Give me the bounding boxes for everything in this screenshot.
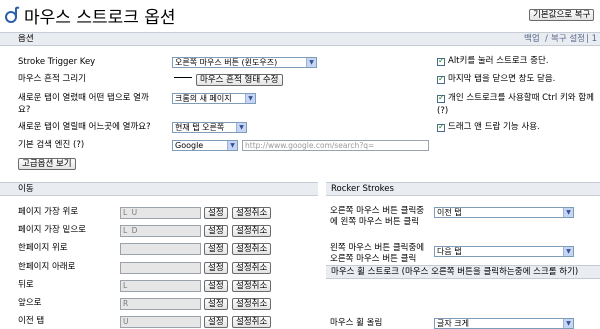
move-set-button[interactable]: 설정 [204,298,228,310]
new-tab-where-select[interactable]: 현재 탭 오른쪽 ▼ [172,122,247,133]
chevron-down-icon: ▼ [563,247,573,256]
move-stroke-input[interactable]: L [120,280,201,292]
chevron-down-icon: ▼ [563,208,573,217]
chevron-down-icon: ▼ [306,58,316,67]
move-row-label: 앞으로 [18,298,42,308]
rocker-section-header: Rocker Strokes [326,182,600,196]
chevron-down-icon: ▼ [227,141,237,150]
checkbox-ctrl-custom-label: 개인 스트로크를 사용할때 Ctrl 키와 함께 [448,93,594,103]
move-row-label: 한페이지 아래로 [18,262,76,272]
checkbox-alt-stop[interactable] [437,56,445,66]
search-engine-label: 기본 검색 엔진 (?) [18,140,85,150]
checkbox-alt-stop-label: Alt키를 눌러 스트로크 중단. [448,56,549,66]
checkbox-close-window[interactable] [437,74,445,84]
move-set-button[interactable]: 설정 [204,243,228,255]
move-cancel-button[interactable]: 설정취소 [232,207,272,219]
move-row-label: 한페이지 위로 [18,243,68,253]
move-row-label: 페이지 가장 밑으로 [18,225,86,235]
restore-settings-link[interactable]: 복구 설정 [551,34,585,45]
chevron-down-icon: ▼ [245,94,255,103]
edit-trail-style-button[interactable]: 마우스 흔적 형태 수정 [196,74,283,86]
wheel-up-label: 마우스 휠 올림 [330,318,383,328]
checkbox-close-window-label: 마지막 탭을 닫으면 창도 닫음. [448,74,556,84]
search-url-input[interactable]: http://www.google.com/search?q= [242,140,429,151]
move-section-header: 이동 [0,182,318,196]
move-stroke-input[interactable]: U [120,316,201,328]
chevron-down-icon: ▼ [236,123,246,132]
advanced-options-button[interactable]: 고급옵션 보기 [18,158,76,170]
rocker-row-label: 오른쪽 마우스 버튼 클릭중에 왼쪽 마우스 버튼 클릭 [330,206,425,227]
reset-defaults-button[interactable]: 기본값으로 복구 [529,9,595,21]
move-set-button[interactable]: 설정 [204,207,228,219]
rocker-row-label: 왼쪽 마우스 버튼 클릭중에 오른쪽 마우스 버튼 클릭 [330,243,425,264]
checkbox-ctrl-custom[interactable] [437,93,445,103]
move-set-button[interactable]: 설정 [204,225,228,237]
options-section-header: 옵션 백업 / 복구 설정 | 1 [0,32,600,46]
ctrl-help-text: (?) [437,106,449,116]
checkbox-drag-drop-label: 드래그 앤 드랍 기능 사용. [448,122,540,132]
backup-link[interactable]: 백업 [524,34,540,45]
checkbox-drag-drop[interactable] [437,122,445,132]
stroke-key-label: Stroke Trigger Key [18,57,96,67]
move-stroke-input[interactable]: L D [120,225,201,237]
move-set-button[interactable]: 설정 [204,316,228,328]
wheel-up-select[interactable]: 글자 크게 ▼ [434,318,574,329]
options-heading: 옵션 [18,34,34,44]
move-cancel-button[interactable]: 설정취소 [232,298,272,310]
move-cancel-button[interactable]: 설정취소 [232,280,272,292]
move-cancel-button[interactable]: 설정취소 [232,243,272,255]
new-tab-where-label: 새로운 탭이 열릴때 어느곳에 열까요? [18,122,151,132]
wheel-section-header: 마우스 휠 스트로크 (마우스 오른쪽 버튼을 클릭하는중에 스크롤 하기) [326,265,600,279]
move-row-label: 이전 탭 [18,316,45,326]
new-tab-open-label: 새로운 탭이 열렸때 어떤 탭으로 열까요? [18,93,149,115]
app-logo-icon [5,6,20,23]
move-cancel-button[interactable]: 설정취소 [232,225,272,237]
move-row-label: 페이지 가장 위로 [18,207,79,217]
new-tab-open-select[interactable]: 크롬의 새 페이지 ▼ [172,93,256,104]
move-set-button[interactable]: 설정 [204,280,228,292]
trail-label: 마우스 흔적 그리기 [18,74,86,84]
options-trail-text: | 1 [586,34,597,44]
move-stroke-input[interactable]: L U [120,207,201,219]
move-set-button[interactable]: 설정 [204,262,228,274]
rocker-right-select[interactable]: 다음 탭 ▼ [434,246,574,257]
chevron-down-icon: ▼ [563,319,573,328]
move-stroke-input[interactable] [120,262,201,274]
move-cancel-button[interactable]: 설정취소 [232,316,272,328]
search-engine-select[interactable]: Google ▼ [172,140,238,151]
stroke-key-select[interactable]: 오른쪽 마우스 버튼 (윈도우즈) ▼ [172,57,317,68]
trail-color-swatch [174,77,192,78]
move-cancel-button[interactable]: 설정취소 [232,262,272,274]
rocker-left-select[interactable]: 이전 탭 ▼ [434,207,574,218]
move-stroke-input[interactable] [120,243,201,255]
page-title: 마우스 스트로크 옵션 [24,8,176,28]
move-stroke-input[interactable]: R [120,298,201,310]
move-row-label: 뒤로 [18,280,34,290]
